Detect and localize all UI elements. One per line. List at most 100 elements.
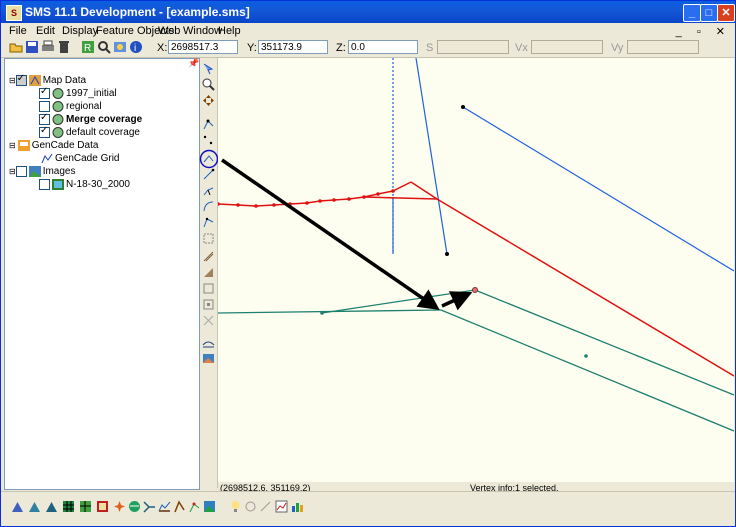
selected-vertex[interactable] [472,287,478,293]
menu-display[interactable]: Display [62,25,98,37]
menu-help[interactable]: Help [218,25,241,37]
node[interactable] [445,252,449,256]
cartesian-grid-icon[interactable] [62,500,75,513]
active-tool-highlight [199,149,219,169]
coverage-icon [52,114,64,125]
gencade-data-label: GenCade Data [31,140,99,152]
tool-palette [199,58,219,488]
contour-tool-icon[interactable] [202,336,215,349]
app-window: S SMS 11.1 Development - [example.sms] _… [0,0,736,527]
histogram-icon[interactable] [291,500,304,513]
image-item-label: N-18-30_2000 [66,179,130,191]
svg-text:R: R [84,43,91,54]
s-field [437,40,509,54]
measure-tool-icon[interactable] [202,314,215,327]
rotate-icon[interactable] [244,500,257,513]
select-points-tool-icon[interactable] [202,134,215,147]
menu-edit[interactable]: Edit [36,25,55,37]
scatter-module-icon[interactable] [45,500,58,513]
menu-file[interactable]: File [9,25,27,37]
coverage-1997-checkbox[interactable] [39,86,50,99]
create-cell-tool-icon[interactable] [202,282,215,295]
graphics-window[interactable] [216,57,735,482]
green-arc-east[interactable] [474,289,735,396]
green-arc-lower[interactable] [440,309,735,432]
menu-window[interactable]: Window [183,25,222,37]
refresh-icon[interactable]: R [81,40,95,54]
tree-coverage-1997[interactable]: 1997_initial [39,86,117,101]
select-cell-tool-icon[interactable] [202,298,215,311]
1d-grid-module-icon[interactable] [143,500,156,513]
merge-checkbox[interactable] [39,112,50,125]
save-icon[interactable] [25,40,39,54]
blue-arc-2[interactable] [462,106,735,272]
pan-tool-icon[interactable] [202,94,215,107]
map-data-icon [28,75,41,86]
title-bar[interactable]: S SMS 11.1 Development - [example.sms] _… [1,1,735,23]
gencade-grid-label: GenCade Grid [55,153,120,165]
red-arc-east[interactable] [410,181,735,377]
plot-window-icon[interactable] [275,500,288,513]
z-coord-field[interactable]: 0.0 [348,40,418,54]
regional-checkbox[interactable] [39,101,50,112]
minimize-button[interactable]: _ [683,4,701,22]
create-grid-frame-tool-icon[interactable] [202,250,215,263]
tree-gencade-grid[interactable]: GenCade Grid [39,153,119,166]
display-options-icon[interactable] [113,40,127,54]
open-folder-icon[interactable] [9,40,23,54]
grid-module-icon[interactable] [28,500,41,513]
select-arc-tool-icon[interactable] [202,184,215,197]
y-coord-field[interactable]: 351173.9 [258,40,328,54]
image-file-icon [52,179,64,190]
sms-app-icon: S [6,5,22,21]
select-grid-frame-tool-icon[interactable] [202,266,215,279]
menu-web[interactable]: Web [158,25,180,37]
map-view[interactable] [216,57,735,482]
gis-module-icon[interactable] [128,500,141,513]
select-tool-icon[interactable] [202,62,215,75]
curvilinear-grid-icon[interactable] [79,500,92,513]
generic-model-icon[interactable] [188,500,201,513]
frame-zoom-icon[interactable] [97,40,111,54]
coverage-1997-label: 1997_initial [66,88,117,100]
red-arc-west[interactable] [217,181,412,207]
red-arc-link[interactable] [363,196,438,200]
mdi-window-controls[interactable]: _ ▫ ✕ [676,25,731,38]
profile-module-icon[interactable] [173,500,186,513]
tree-coverage-default[interactable]: default coverage [39,125,140,140]
mesh-module-icon[interactable] [11,500,24,513]
green-vertex[interactable] [584,354,588,358]
create-polygon-tool-icon[interactable] [202,200,215,213]
node[interactable] [461,105,465,109]
get-info-icon[interactable]: i [129,40,143,54]
print-icon[interactable] [41,40,55,54]
arrow-tool-icon[interactable] [259,500,272,513]
light-bulb-icon[interactable] [229,500,242,513]
x-coord-field[interactable]: 2698517.3 [168,40,238,54]
images-checkbox[interactable] [15,166,27,177]
create-arc-tool-icon[interactable] [202,168,215,181]
create-node-tool-icon[interactable] [202,118,215,131]
image-module-icon[interactable] [203,500,216,513]
tree-coverage-merge[interactable]: Merge coverage [39,112,142,127]
quadtree-module-icon[interactable] [158,500,171,513]
tree-images[interactable]: ⊟ Images [9,166,76,179]
grid-frame-tool-icon[interactable] [202,232,215,245]
maximize-button[interactable]: □ [700,4,718,22]
particle-module-icon[interactable] [113,500,126,513]
tree-image-item[interactable]: N-18-30_2000 [39,179,130,192]
map-data-checkbox[interactable] [15,73,27,86]
select-polygon-tool-icon[interactable] [202,216,215,229]
zoom-tool-icon[interactable] [202,78,215,91]
main-toolbar: R i X: 2698517.3 Y: 351173.9 Z: 0.0 S Vx… [1,39,735,58]
blue-arc-1[interactable] [415,57,448,255]
delete-trash-icon[interactable] [57,40,71,54]
window-title: SMS 11.1 Development - [example.sms] [25,5,250,19]
close-button[interactable]: ✕ [717,4,735,22]
image-tool-icon[interactable] [202,352,215,365]
map-module-icon[interactable] [96,500,109,513]
tree-gencade-data[interactable]: ⊟ GenCade Data [9,140,98,153]
default-checkbox[interactable] [39,125,50,138]
image-item-checkbox[interactable] [39,179,50,190]
pin-icon[interactable]: 📌 [188,58,199,69]
